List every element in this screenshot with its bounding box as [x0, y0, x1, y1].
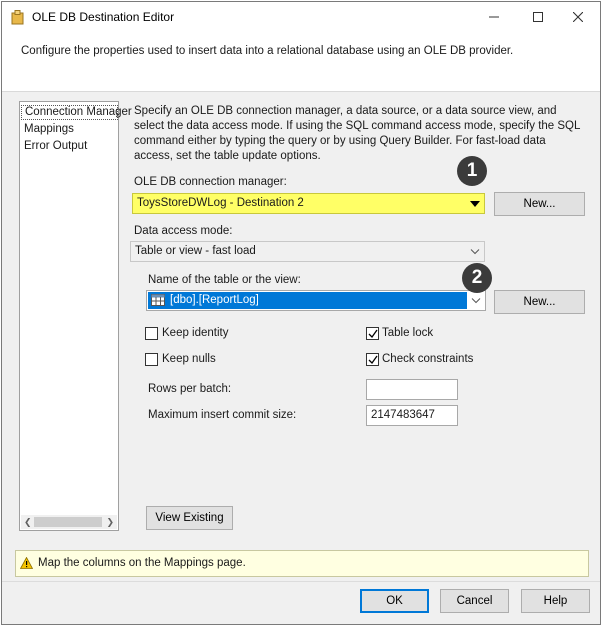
chevron-down-icon[interactable] — [468, 197, 482, 211]
header-description: Configure the properties used to insert … — [21, 45, 514, 57]
new-connection-button[interactable]: New... — [494, 192, 585, 216]
nav-item-label: Connection Manager — [25, 106, 132, 118]
step-badge-1: 1 — [457, 156, 487, 186]
close-icon[interactable] — [556, 2, 600, 32]
status-message: Map the columns on the Mappings page. — [38, 557, 246, 569]
keep-identity-label: Keep identity — [162, 327, 229, 339]
new-table-button[interactable]: New... — [494, 290, 585, 314]
status-message-bar: Map the columns on the Mappings page. — [15, 550, 589, 577]
table-lock-label: Table lock — [382, 327, 434, 339]
package-icon — [11, 10, 24, 25]
cancel-button[interactable]: Cancel — [440, 589, 509, 613]
scrollbar-thumb[interactable] — [34, 517, 102, 527]
table-name-label: Name of the table or the view: — [148, 274, 301, 286]
keep-identity-checkbox[interactable] — [145, 327, 158, 340]
table-name-dropdown[interactable]: [dbo].[ReportLog] — [146, 290, 486, 311]
nav-item-label: Error Output — [24, 140, 88, 152]
title-bar[interactable]: OLE DB Destination Editor — [2, 2, 600, 32]
table-icon — [151, 294, 165, 309]
nav-item-mappings[interactable]: Mappings — [24, 123, 74, 138]
table-name-value: [dbo].[ReportLog] — [170, 294, 259, 306]
window-title: OLE DB Destination Editor — [32, 10, 175, 24]
chevron-down-icon[interactable] — [469, 294, 483, 308]
max-insert-commit-size-input[interactable]: 2147483647 — [366, 405, 458, 426]
step-badge-2: 2 — [462, 263, 492, 293]
table-name-selection: [dbo].[ReportLog] — [148, 292, 467, 309]
checkmark-icon — [368, 329, 378, 339]
nav-item-error-output[interactable]: Error Output — [24, 140, 87, 155]
rows-per-batch-label: Rows per batch: — [148, 383, 232, 395]
max-insert-commit-size-label: Maximum insert commit size: — [148, 409, 297, 421]
data-access-mode-dropdown[interactable]: Table or view - fast load — [130, 241, 485, 262]
table-lock-checkbox[interactable] — [366, 327, 379, 340]
check-constraints-checkbox[interactable] — [366, 353, 379, 366]
scroll-right-icon[interactable]: ❯ — [106, 517, 114, 527]
check-constraints-label: Check constraints — [382, 353, 474, 365]
minimize-icon[interactable] — [472, 2, 516, 32]
nav-item-connection-manager[interactable]: Connection Manager — [21, 105, 132, 120]
connection-manager-dropdown[interactable]: ToysStoreDWLog - Destination 2 — [132, 193, 485, 214]
rows-per-batch-input[interactable] — [366, 379, 458, 400]
data-access-mode-label: Data access mode: — [134, 225, 233, 237]
dialog-header: Configure the properties used to insert … — [2, 32, 600, 92]
keep-nulls-label: Keep nulls — [162, 353, 216, 365]
data-access-mode-value: Table or view - fast load — [135, 245, 256, 257]
nav-item-label: Mappings — [24, 123, 74, 135]
instructions-text: Specify an OLE DB connection manager, a … — [134, 105, 580, 162]
help-button[interactable]: Help — [521, 589, 590, 613]
checkmark-icon — [368, 355, 378, 365]
scroll-left-icon[interactable]: ❮ — [24, 517, 32, 527]
dialog-window: OLE DB Destination Editor Configure the … — [1, 1, 601, 625]
connection-manager-label: OLE DB connection manager: — [134, 176, 287, 188]
view-existing-button[interactable]: View Existing — [146, 506, 233, 530]
nav-horizontal-scrollbar[interactable]: ❮ ❯ — [21, 515, 117, 529]
warning-icon — [19, 556, 34, 572]
connection-manager-value: ToysStoreDWLog - Destination 2 — [137, 197, 304, 209]
footer-divider — [2, 581, 600, 582]
maximize-icon[interactable] — [516, 2, 560, 32]
chevron-down-icon[interactable] — [468, 245, 482, 259]
ok-button[interactable]: OK — [360, 589, 429, 613]
keep-nulls-checkbox[interactable] — [145, 353, 158, 366]
page-navigation: Connection Manager Mappings Error Output… — [19, 101, 132, 531]
